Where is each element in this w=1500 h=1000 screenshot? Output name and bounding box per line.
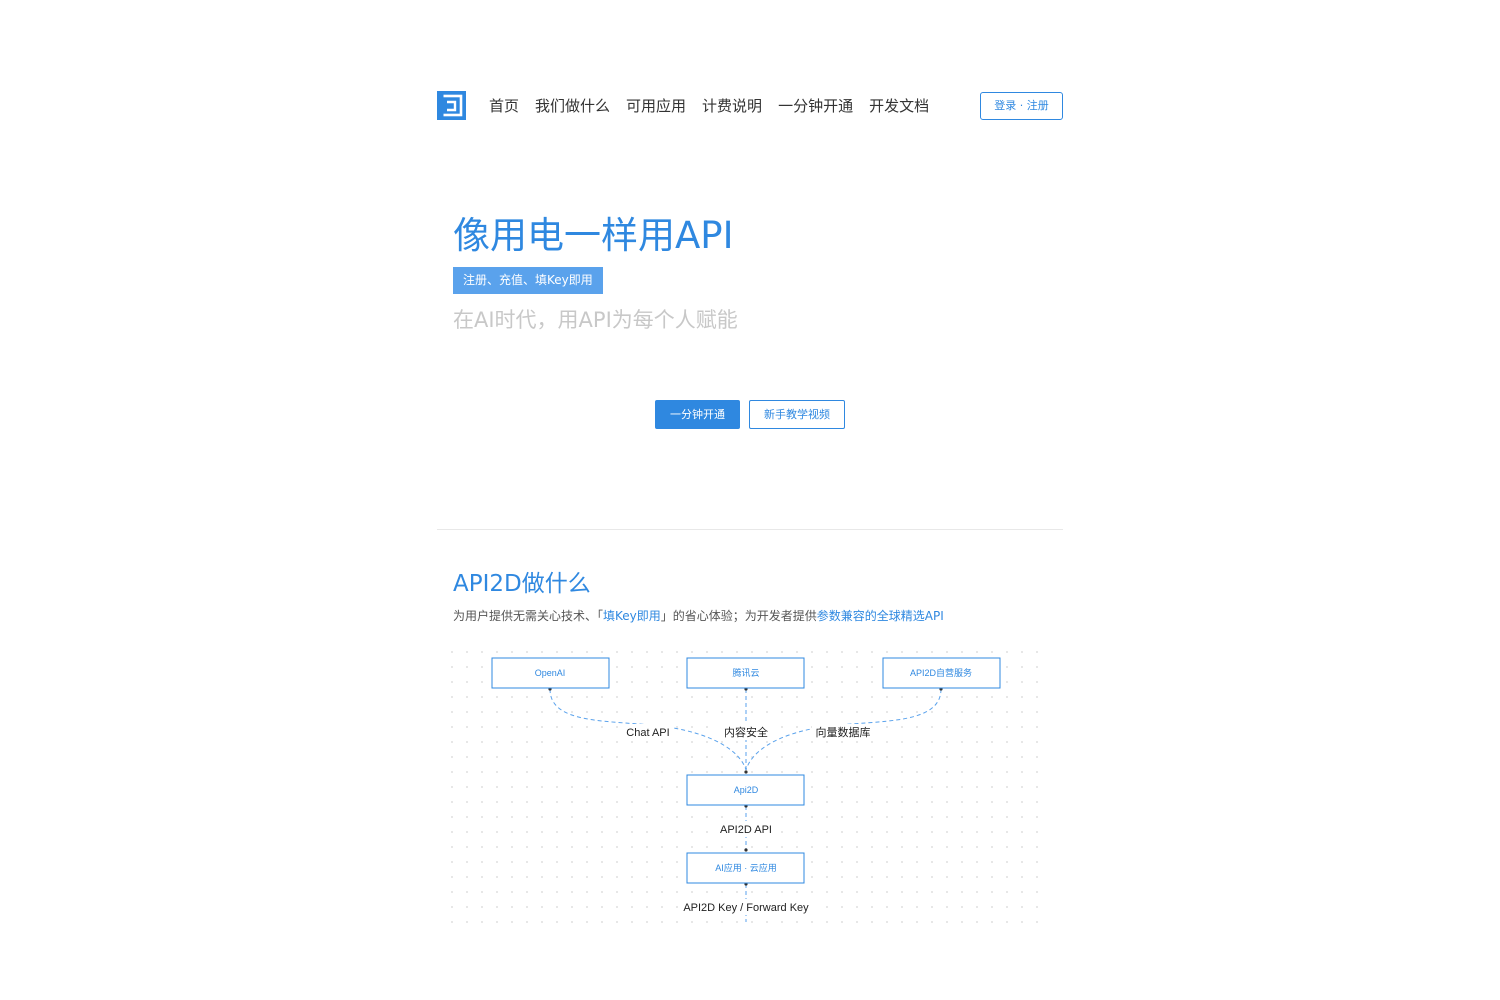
dot-apps-top: [744, 848, 748, 852]
desc-highlight-1: 填Key即用: [603, 609, 661, 623]
nav-item-home[interactable]: 首页: [489, 95, 519, 117]
quick-start-button[interactable]: 一分钟开通: [655, 400, 740, 429]
top-nav: 首页 我们做什么 可用应用 计费说明 一分钟开通 开发文档 登录 · 注册: [437, 91, 1063, 121]
nav-item-apps[interactable]: 可用应用: [626, 95, 686, 117]
edge-label-vector-db: 向量数据库: [816, 725, 871, 739]
hero-tag: 注册、充值、填Key即用: [453, 267, 603, 294]
edge-label-chat-api: Chat API: [626, 727, 669, 739]
edge-label-api2d-api: API2D API: [720, 824, 772, 836]
nav-item-pricing[interactable]: 计费说明: [702, 95, 762, 117]
api2d-logo-icon[interactable]: [437, 91, 466, 120]
node-tencent-label: 腾讯云: [732, 667, 759, 678]
desc-highlight-2: 参数兼容的全球精选API: [816, 609, 944, 623]
nav-item-what-we-do[interactable]: 我们做什么: [535, 95, 610, 117]
nav-item-quick-start[interactable]: 一分钟开通: [778, 95, 853, 117]
node-openai-label: OpenAI: [535, 668, 566, 678]
desc-text-1: 为用户提供无需关心技术、「: [453, 609, 604, 623]
login-register-button[interactable]: 登录 · 注册: [980, 92, 1063, 120]
nav-item-docs[interactable]: 开发文档: [869, 95, 929, 117]
desc-text-2: 」的省心体验；为开发者提供: [660, 609, 817, 623]
nav-menu: 首页 我们做什么 可用应用 计费说明 一分钟开通 开发文档: [489, 95, 929, 117]
hero-subtitle: 在AI时代，用API为每个人赋能: [453, 308, 738, 332]
tutorial-video-button[interactable]: 新手教学视频: [749, 400, 845, 429]
architecture-diagram: Chat API 内容安全 向量数据库 API2D API API2D Key …: [450, 650, 1050, 925]
dot-api2d-top: [744, 770, 748, 774]
hero-title: 像用电一样用API: [453, 214, 734, 257]
node-api2d-label: Api2D: [734, 785, 759, 795]
node-apps-label: AI应用 · 云应用: [715, 862, 777, 873]
section-title: API2D做什么: [453, 571, 591, 597]
section-description: 为用户提供无需关心技术、「填Key即用」的省心体验；为开发者提供参数兼容的全球精…: [453, 607, 944, 625]
edge-label-keys: API2D Key / Forward Key: [683, 902, 809, 914]
edge-label-content-safety: 内容安全: [724, 725, 768, 739]
section-divider: [437, 529, 1063, 530]
node-selfhosted-label: API2D自营服务: [910, 667, 972, 678]
